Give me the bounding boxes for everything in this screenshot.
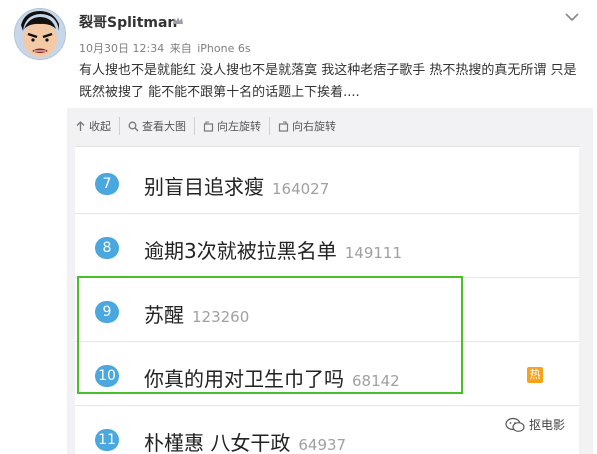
rotate-left-button[interactable]: 向左旋转 [195,117,270,135]
collapse-button[interactable]: 收起 [67,117,120,135]
topic-title: 朴槿惠 八女干政 [144,431,291,454]
wechat-icon [505,417,525,432]
post-date[interactable]: 10月30日 12:34 [79,42,164,55]
topic-title: 逾期3次就被拉黑名单 [144,239,337,263]
rotate-right-label: 向右旋转 [292,120,336,133]
search-count: 149111 [344,244,402,262]
hot-badge: 热 [527,367,543,383]
rotate-left-label: 向左旋转 [217,120,261,133]
chevron-down-icon[interactable] [565,12,579,22]
collapse-arrow-icon [76,120,85,131]
magnifier-icon [128,121,139,131]
watermark-text: 抠电影 [529,418,566,432]
topic-title: 别盲目追求瘦 [144,175,264,199]
topic-entry: 别盲目追求瘦 164027 [144,171,329,200]
cartoon-face-icon [15,9,65,59]
vip-crown-icon [173,17,183,24]
rotate-right-icon [278,120,289,132]
rotate-left-icon [203,120,214,132]
source-prefix: 来自 [169,42,192,55]
post-text: 有人搜也不是就能红 没人搜也不是就落寞 我这种老痞子歌手 热不热搜的真无所谓 只… [79,63,577,100]
rotate-right-button[interactable]: 向右旋转 [270,117,344,135]
watermark: 抠电影 [505,416,565,433]
rank-badge: 8 [95,237,119,259]
avatar[interactable] [14,8,66,60]
post-device[interactable]: iPhone 6s [197,42,250,55]
collapse-label: 收起 [89,120,111,133]
author-name[interactable]: 裂哥Splitman [79,12,177,32]
view-large-label: 查看大图 [142,120,186,133]
image-toolbar: 收起 查看大图 向左旋转 向右旋转 [67,113,344,139]
rank-badge: 11 [95,429,119,451]
hot-list-item[interactable]: 11 朴槿惠 八女干政 64937 [75,405,579,454]
highlight-box [77,276,463,394]
search-count: 164027 [272,180,330,198]
rank-badge: 7 [95,173,119,195]
list-divider [75,146,579,147]
hot-list-item[interactable]: 8 逾期3次就被拉黑名单 149111 [75,213,579,278]
topic-entry: 逾期3次就被拉黑名单 149111 [144,235,402,264]
post-meta: 10月30日 12:34 来自 iPhone 6s [79,40,253,56]
search-count: 64937 [298,436,347,454]
hot-list-item[interactable]: 7 别盲目追求瘦 164027 [75,149,579,214]
topic-entry: 朴槿惠 八女干政 64937 [144,427,346,454]
view-large-button[interactable]: 查看大图 [120,117,195,135]
